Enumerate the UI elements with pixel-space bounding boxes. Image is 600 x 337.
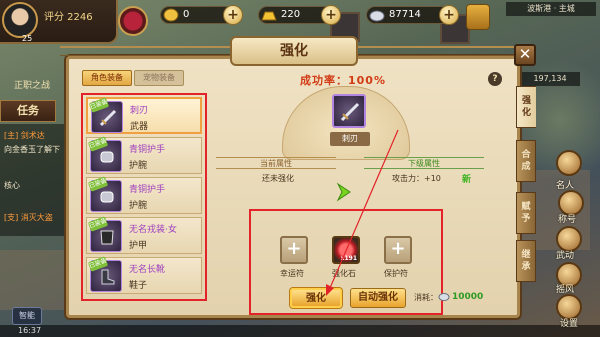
strengthen-button[interactable]: 强化	[290, 288, 342, 308]
bracer-icon: 已装备	[87, 176, 122, 212]
close-button[interactable]: ✕	[514, 44, 536, 66]
gold-counter: 220 +	[258, 5, 341, 25]
bracer-icon: 已装备	[87, 136, 122, 172]
quest-line[interactable]: 核心	[4, 180, 20, 191]
title-ornament	[358, 46, 528, 56]
equipment-name: 青铜护手	[129, 145, 166, 155]
next-attribute-value: 攻击力：+10	[392, 174, 441, 183]
coin-value: 0	[183, 9, 190, 20]
bracer-glyph	[100, 191, 114, 203]
equipment-type: 武器	[130, 122, 149, 132]
coin-icon	[163, 8, 179, 22]
bottom-bar: 16:37	[0, 325, 600, 337]
equipment-item[interactable]: 已装备 无名戎装·女 护甲	[86, 216, 202, 254]
top-hud: 25 评分 2246 0 + 220 + 87714 + 波斯港 · 主城 19…	[0, 0, 600, 86]
quest-line[interactable]: [主] 剑术达	[4, 130, 45, 141]
player-info-panel[interactable]: 25 评分 2246	[0, 0, 118, 44]
target-equipment-name: 刺刃	[330, 132, 370, 146]
equipment-item[interactable]: 已装备 刺刃 武器	[86, 97, 202, 134]
quest-line[interactable]: 向金香玉了解下	[4, 144, 60, 155]
equipment-type: 护腕	[129, 161, 148, 171]
material-label: 幸运符	[280, 269, 304, 278]
armor-icon: 已装备	[87, 216, 122, 252]
equipment-item[interactable]: 已装备 青铜护手 护腕	[86, 176, 202, 214]
material-label: 保护符	[384, 269, 408, 278]
gift-icon[interactable]	[466, 4, 490, 30]
cost-label: 消耗：	[414, 293, 438, 302]
event-label[interactable]: 正职之战	[14, 78, 50, 91]
current-attribute-value: 还未强化	[262, 174, 294, 183]
right-hud-label: 设置	[560, 319, 579, 329]
equipment-name: 青铜护手	[129, 185, 166, 195]
silver-counter: 87714 +	[366, 5, 459, 25]
silver-ingot-icon	[369, 10, 385, 22]
protection-charm-slot[interactable]: +	[384, 236, 412, 264]
material-label: 强化石	[332, 269, 356, 278]
bracer-glyph	[100, 151, 114, 163]
arrow-right-icon	[336, 182, 351, 202]
equipment-item[interactable]: 已装备 青铜护手 护腕	[86, 136, 202, 174]
vip-badge-icon[interactable]	[118, 6, 148, 36]
tab-role-equipment[interactable]: 角色装备	[82, 70, 132, 86]
auto-strengthen-button[interactable]: 自动强化	[350, 288, 406, 308]
add-gold-button[interactable]: +	[321, 5, 341, 25]
player-score: 评分 2246	[44, 12, 93, 23]
gold-value: 220	[281, 9, 301, 20]
coin-counter: 0 +	[160, 5, 243, 25]
equipment-type: 护腕	[129, 201, 148, 211]
task-tab[interactable]: 任务	[0, 100, 56, 122]
right-hud-label: 称号	[558, 215, 577, 225]
silver-value: 87714	[389, 9, 421, 20]
equipment-name: 刺刃	[130, 106, 149, 116]
equipment-type: 鞋子	[129, 281, 148, 291]
material-count: x191	[340, 255, 357, 262]
add-silver-button[interactable]: +	[439, 5, 459, 25]
tab-inherit[interactable]: 继承	[516, 240, 536, 282]
map-name: 波斯港 · 主城	[506, 2, 596, 16]
boots-icon: 已装备	[87, 256, 122, 292]
equipment-list: 已装备 刺刃 武器 已装备 青铜护手 护腕 已装备 青铜护手 护腕 已装备 无名…	[81, 93, 207, 301]
smart-button[interactable]: 智能	[12, 307, 42, 325]
equipment-name: 无名戎装·女	[129, 225, 177, 235]
quest-line[interactable]: [支] 消灭大盗	[4, 212, 53, 223]
right-hud-label: 摇风	[556, 285, 575, 295]
clock: 16:37	[18, 326, 42, 335]
equipment-name: 无名长靴	[129, 265, 166, 275]
tab-pet-equipment[interactable]: 宠物装备	[134, 70, 184, 86]
current-attributes-header: 当前属性	[216, 157, 336, 169]
tab-endow[interactable]: 赋予	[516, 192, 536, 234]
equipment-type: 护甲	[129, 241, 148, 251]
right-hud-label: 武动	[556, 251, 575, 261]
next-attributes-header: 下级属性	[364, 157, 484, 169]
cost-value: 10000	[452, 292, 484, 302]
dialog-title: 强化	[230, 36, 358, 66]
help-icon[interactable]: ?	[488, 72, 502, 86]
lucky-charm-slot[interactable]: +	[280, 236, 308, 264]
sword-icon	[340, 102, 360, 122]
map-coordinates: 197,134	[520, 72, 580, 86]
tab-synthesize[interactable]: 合成	[516, 140, 536, 182]
target-equipment-slot[interactable]	[332, 94, 366, 128]
title-ornament	[60, 46, 230, 56]
equipment-item[interactable]: 已装备 无名长靴 鞋子	[86, 256, 202, 294]
courtyard-tile	[0, 250, 66, 310]
red-gem-icon[interactable]: x191	[332, 236, 360, 264]
armor-glyph	[100, 230, 114, 245]
tab-strengthen[interactable]: 强化	[516, 86, 536, 128]
boots-glyph	[101, 269, 115, 285]
blade-glyph	[99, 109, 117, 127]
silver-ingot-icon	[438, 293, 450, 301]
gold-bar-icon	[261, 11, 277, 21]
fame-icon[interactable]	[556, 150, 582, 176]
quest-tracker[interactable]: [主] 剑术达 向金香玉了解下 核心 [支] 消灭大盗	[0, 124, 72, 236]
player-level: 25	[22, 34, 33, 43]
player-avatar[interactable]	[2, 2, 38, 38]
add-coin-button[interactable]: +	[223, 5, 243, 25]
sword-icon: 已装备	[88, 97, 123, 133]
new-tag: 新	[462, 175, 472, 185]
